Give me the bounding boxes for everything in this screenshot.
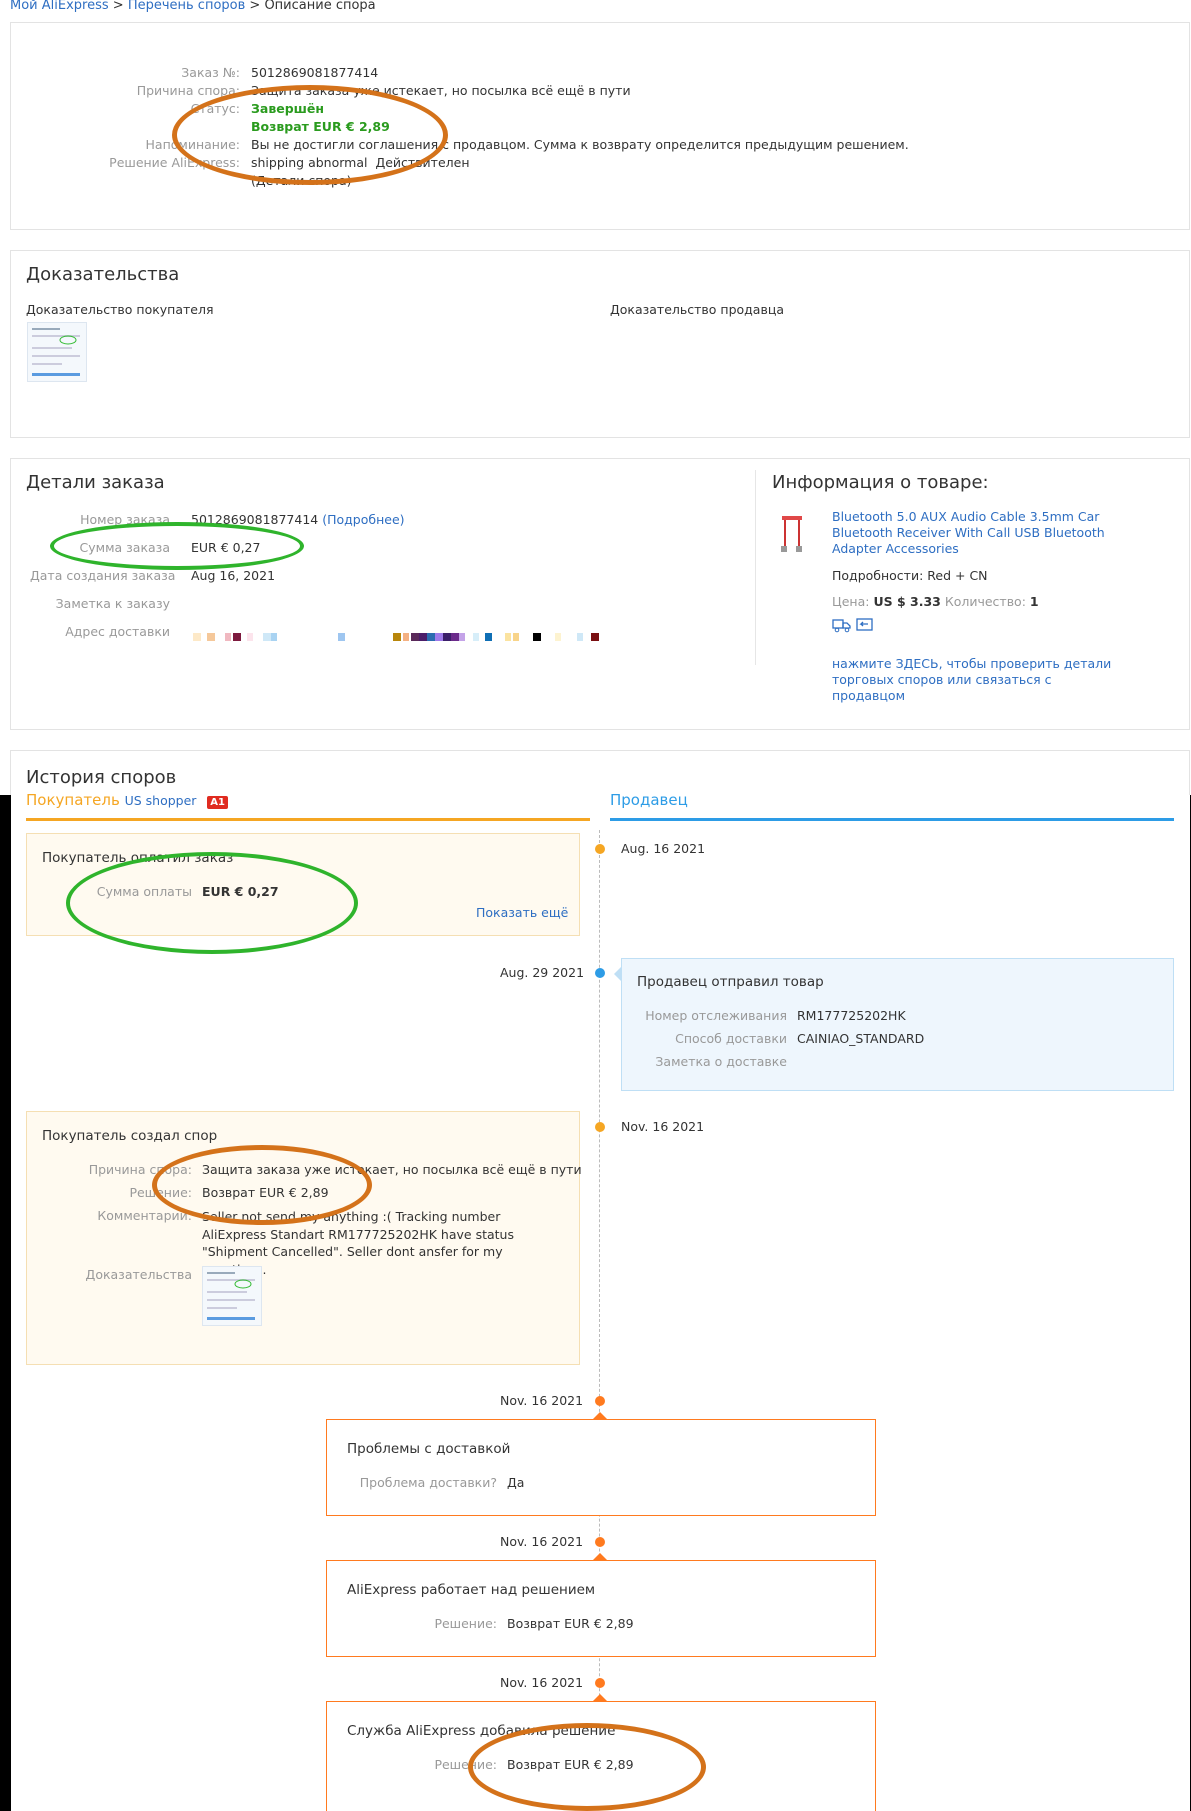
seller-heading-underline <box>610 818 1174 821</box>
event-title: Продавец отправил товар <box>637 974 824 990</box>
timeline-dot <box>595 1678 605 1688</box>
orange-annotation-ellipse <box>152 1145 372 1225</box>
seller-heading: Продавец <box>610 791 688 809</box>
working-decision-label: Решение: <box>434 1616 497 1631</box>
event-date: Aug. 29 2021 <box>500 965 585 980</box>
order-no-label: Заказ №: <box>181 65 240 80</box>
order-panel-divider <box>755 470 756 665</box>
seller-evidence-label: Доказательство продавца <box>610 302 784 317</box>
dispute-evidence-label: Доказательства <box>85 1267 192 1282</box>
shipping-problem-label: Проблема доставки? <box>359 1475 497 1490</box>
contact-seller-link[interactable]: нажмите ЗДЕСЬ, чтобы проверить детали то… <box>832 656 1112 704</box>
product-details-value: Red + CN <box>927 568 988 583</box>
event-aliexpress-working-card <box>326 1560 876 1657</box>
price-value: US $ 3.33 <box>873 594 941 609</box>
green-annotation-ellipse <box>66 852 358 954</box>
orange-annotation-ellipse <box>172 85 448 185</box>
tracking-value: RM177725202HK <box>797 1008 906 1023</box>
breadcrumb-home-link[interactable]: Мой AliExpress <box>10 0 109 13</box>
order-date-value: Aug 16, 2021 <box>191 568 276 583</box>
breadcrumb-sep: > <box>108 0 128 13</box>
event-date: Nov. 16 2021 <box>500 1393 584 1408</box>
history-title: История споров <box>26 767 177 788</box>
card-pointer <box>592 1694 608 1702</box>
event-title: Покупатель создал спор <box>42 1128 218 1144</box>
green-annotation-ellipse <box>50 522 304 570</box>
buyer-evidence-label: Доказательство покупателя <box>26 302 214 317</box>
address-redacted-pixels <box>193 627 633 641</box>
event-date: Nov. 16 2021 <box>621 1119 705 1134</box>
event-date: Nov. 16 2021 <box>500 1675 584 1690</box>
breadcrumb: Мой AliExpress > Перечень споров > Описа… <box>10 0 376 13</box>
return-icon[interactable] <box>856 617 874 633</box>
event-shipping-problem-card <box>326 1419 876 1516</box>
evidence-title: Доказательства <box>26 264 180 285</box>
evidence-panel <box>10 250 1190 438</box>
order-details-title: Детали заказа <box>26 472 165 493</box>
history-panel-top <box>10 750 1190 795</box>
dispute-evidence-thumbnail[interactable] <box>202 1266 262 1326</box>
qty-value: 1 <box>1029 594 1039 609</box>
buyer-heading: Покупатель US shopper A1 <box>26 791 228 809</box>
order-more-link[interactable]: (Подробнее) <box>322 512 404 527</box>
order-note-label: Заметка к заказу <box>55 596 170 611</box>
event-title: AliExpress работает над решением <box>347 1582 596 1598</box>
timeline-dot <box>595 968 605 978</box>
product-name-link[interactable]: Bluetooth 5.0 AUX Audio Cable 3.5mm Car … <box>832 509 1122 557</box>
order-no-value: 5012869081877414 <box>251 65 379 80</box>
buyer-evidence-thumbnail[interactable] <box>27 322 87 382</box>
price-label: Цена: <box>832 594 870 609</box>
orange-annotation-ellipse <box>468 1723 706 1811</box>
working-decision-value: Возврат EUR € 2,89 <box>507 1616 634 1631</box>
comment-label: Комментарии: <box>97 1208 192 1223</box>
timeline-dot <box>595 1396 605 1406</box>
reason-label: Причина спора: <box>136 83 240 98</box>
show-more-link[interactable]: Показать ещё <box>476 905 568 920</box>
shipping-method-label: Способ доставки <box>675 1031 787 1046</box>
breadcrumb-current: Описание спора <box>264 0 376 13</box>
breadcrumb-list-link[interactable]: Перечень споров <box>128 0 245 13</box>
buyer-heading-underline <box>26 818 590 821</box>
delivery-truck-icon[interactable] <box>832 617 852 633</box>
breadcrumb-sep: > <box>245 0 265 13</box>
order-date-label: Дата создания заказа <box>30 568 176 583</box>
event-date: Nov. 16 2021 <box>500 1534 584 1549</box>
card-pointer <box>592 1412 608 1420</box>
qty-label: Количество: <box>944 594 1026 609</box>
product-info-title: Информация о товаре: <box>772 472 989 493</box>
shipping-method-value: CAINIAO_STANDARD <box>797 1031 925 1046</box>
product-details-label: Подробности: <box>832 568 924 583</box>
buyer-name-link[interactable]: US shopper <box>125 793 197 808</box>
product-details: Подробности: Red + CN <box>832 568 988 583</box>
buyer-heading-label: Покупатель <box>26 791 120 809</box>
timeline-dot <box>595 1122 605 1132</box>
tracking-label: Номер отслеживания <box>645 1008 787 1023</box>
shipping-problem-value: Да <box>507 1475 525 1490</box>
address-label: Адрес доставки <box>65 624 170 639</box>
product-image[interactable] <box>776 510 816 556</box>
card-pointer <box>592 1553 608 1561</box>
product-price: Цена: US $ 3.33 Количество: 1 <box>832 594 1039 609</box>
timeline-dot <box>595 844 605 854</box>
buyer-level-badge: A1 <box>207 796 228 809</box>
event-date: Aug. 16 2021 <box>621 841 706 856</box>
timeline-dot <box>595 1537 605 1547</box>
delivery-note-label: Заметка о доставке <box>655 1054 787 1069</box>
seller-card-pointer <box>614 966 622 982</box>
event-title: Проблемы с доставкой <box>347 1441 511 1457</box>
